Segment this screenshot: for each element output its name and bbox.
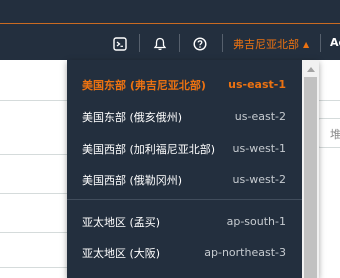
region-selector-button[interactable]: 弗吉尼亚北部 ▲	[233, 35, 309, 53]
dropdown-scrollbar[interactable]	[302, 60, 319, 278]
divider	[0, 232, 67, 233]
region-option-code: us-east-2	[234, 110, 286, 123]
bell-icon[interactable]	[149, 33, 171, 55]
region-option-name: 美国西部 (加利福尼亚北部)	[82, 142, 216, 156]
topbar-accent-line	[0, 23, 340, 24]
region-option-us-east-1[interactable]: 美国东部 (弗吉尼亚北部) us-east-1	[67, 69, 302, 100]
region-option-ap-south-1[interactable]: 亚太地区 (孟买) ap-south-1	[67, 206, 302, 237]
region-option-code: us-west-1	[232, 142, 286, 155]
divider	[0, 193, 67, 194]
divider	[139, 34, 140, 52]
divider	[0, 267, 67, 268]
region-selector-label: 弗吉尼亚北部	[233, 38, 299, 51]
region-option-ap-northeast-3[interactable]: 亚太地区 (大阪) ap-northeast-3	[67, 237, 302, 268]
account-menu-label[interactable]: Ad	[330, 36, 340, 49]
region-option-name: 亚太地区 (孟买)	[82, 215, 161, 229]
divider	[0, 154, 67, 155]
top-navigation-bar: 弗吉尼亚北部 ▲ Ad	[0, 0, 340, 60]
scrollbar-thumb[interactable]	[304, 77, 317, 278]
region-dropdown-menu: 美国东部 (弗吉尼亚北部) us-east-1 美国东部 (俄亥俄州) us-e…	[67, 60, 319, 278]
divider	[320, 34, 321, 52]
divider	[179, 34, 180, 52]
region-option-code: ap-northeast-3	[204, 246, 286, 259]
region-option-code: us-east-1	[228, 78, 286, 91]
divider	[222, 34, 223, 52]
background-input-field[interactable]: 堆	[318, 118, 340, 148]
help-icon[interactable]	[189, 33, 211, 55]
region-option-us-west-1[interactable]: 美国西部 (加利福尼亚北部) us-west-1	[67, 133, 302, 164]
region-group-divider	[67, 199, 302, 200]
region-option-name: 美国东部 (弗吉尼亚北部)	[82, 78, 206, 92]
caret-up-icon: ▲	[303, 39, 310, 49]
scroll-up-arrow-icon[interactable]	[302, 60, 319, 77]
region-option-us-east-2[interactable]: 美国东部 (俄亥俄州) us-east-2	[67, 101, 302, 132]
region-option-code: us-west-2	[232, 173, 286, 186]
region-option-name: 亚太地区 (大阪)	[82, 246, 161, 260]
cloudshell-icon[interactable]	[109, 33, 131, 55]
region-option-us-west-2[interactable]: 美国西部 (俄勒冈州) us-west-2	[67, 164, 302, 195]
region-option-code: ap-south-1	[226, 215, 286, 228]
region-option-name: 美国西部 (俄勒冈州)	[82, 173, 183, 187]
region-option-name: 美国东部 (俄亥俄州)	[82, 110, 183, 124]
